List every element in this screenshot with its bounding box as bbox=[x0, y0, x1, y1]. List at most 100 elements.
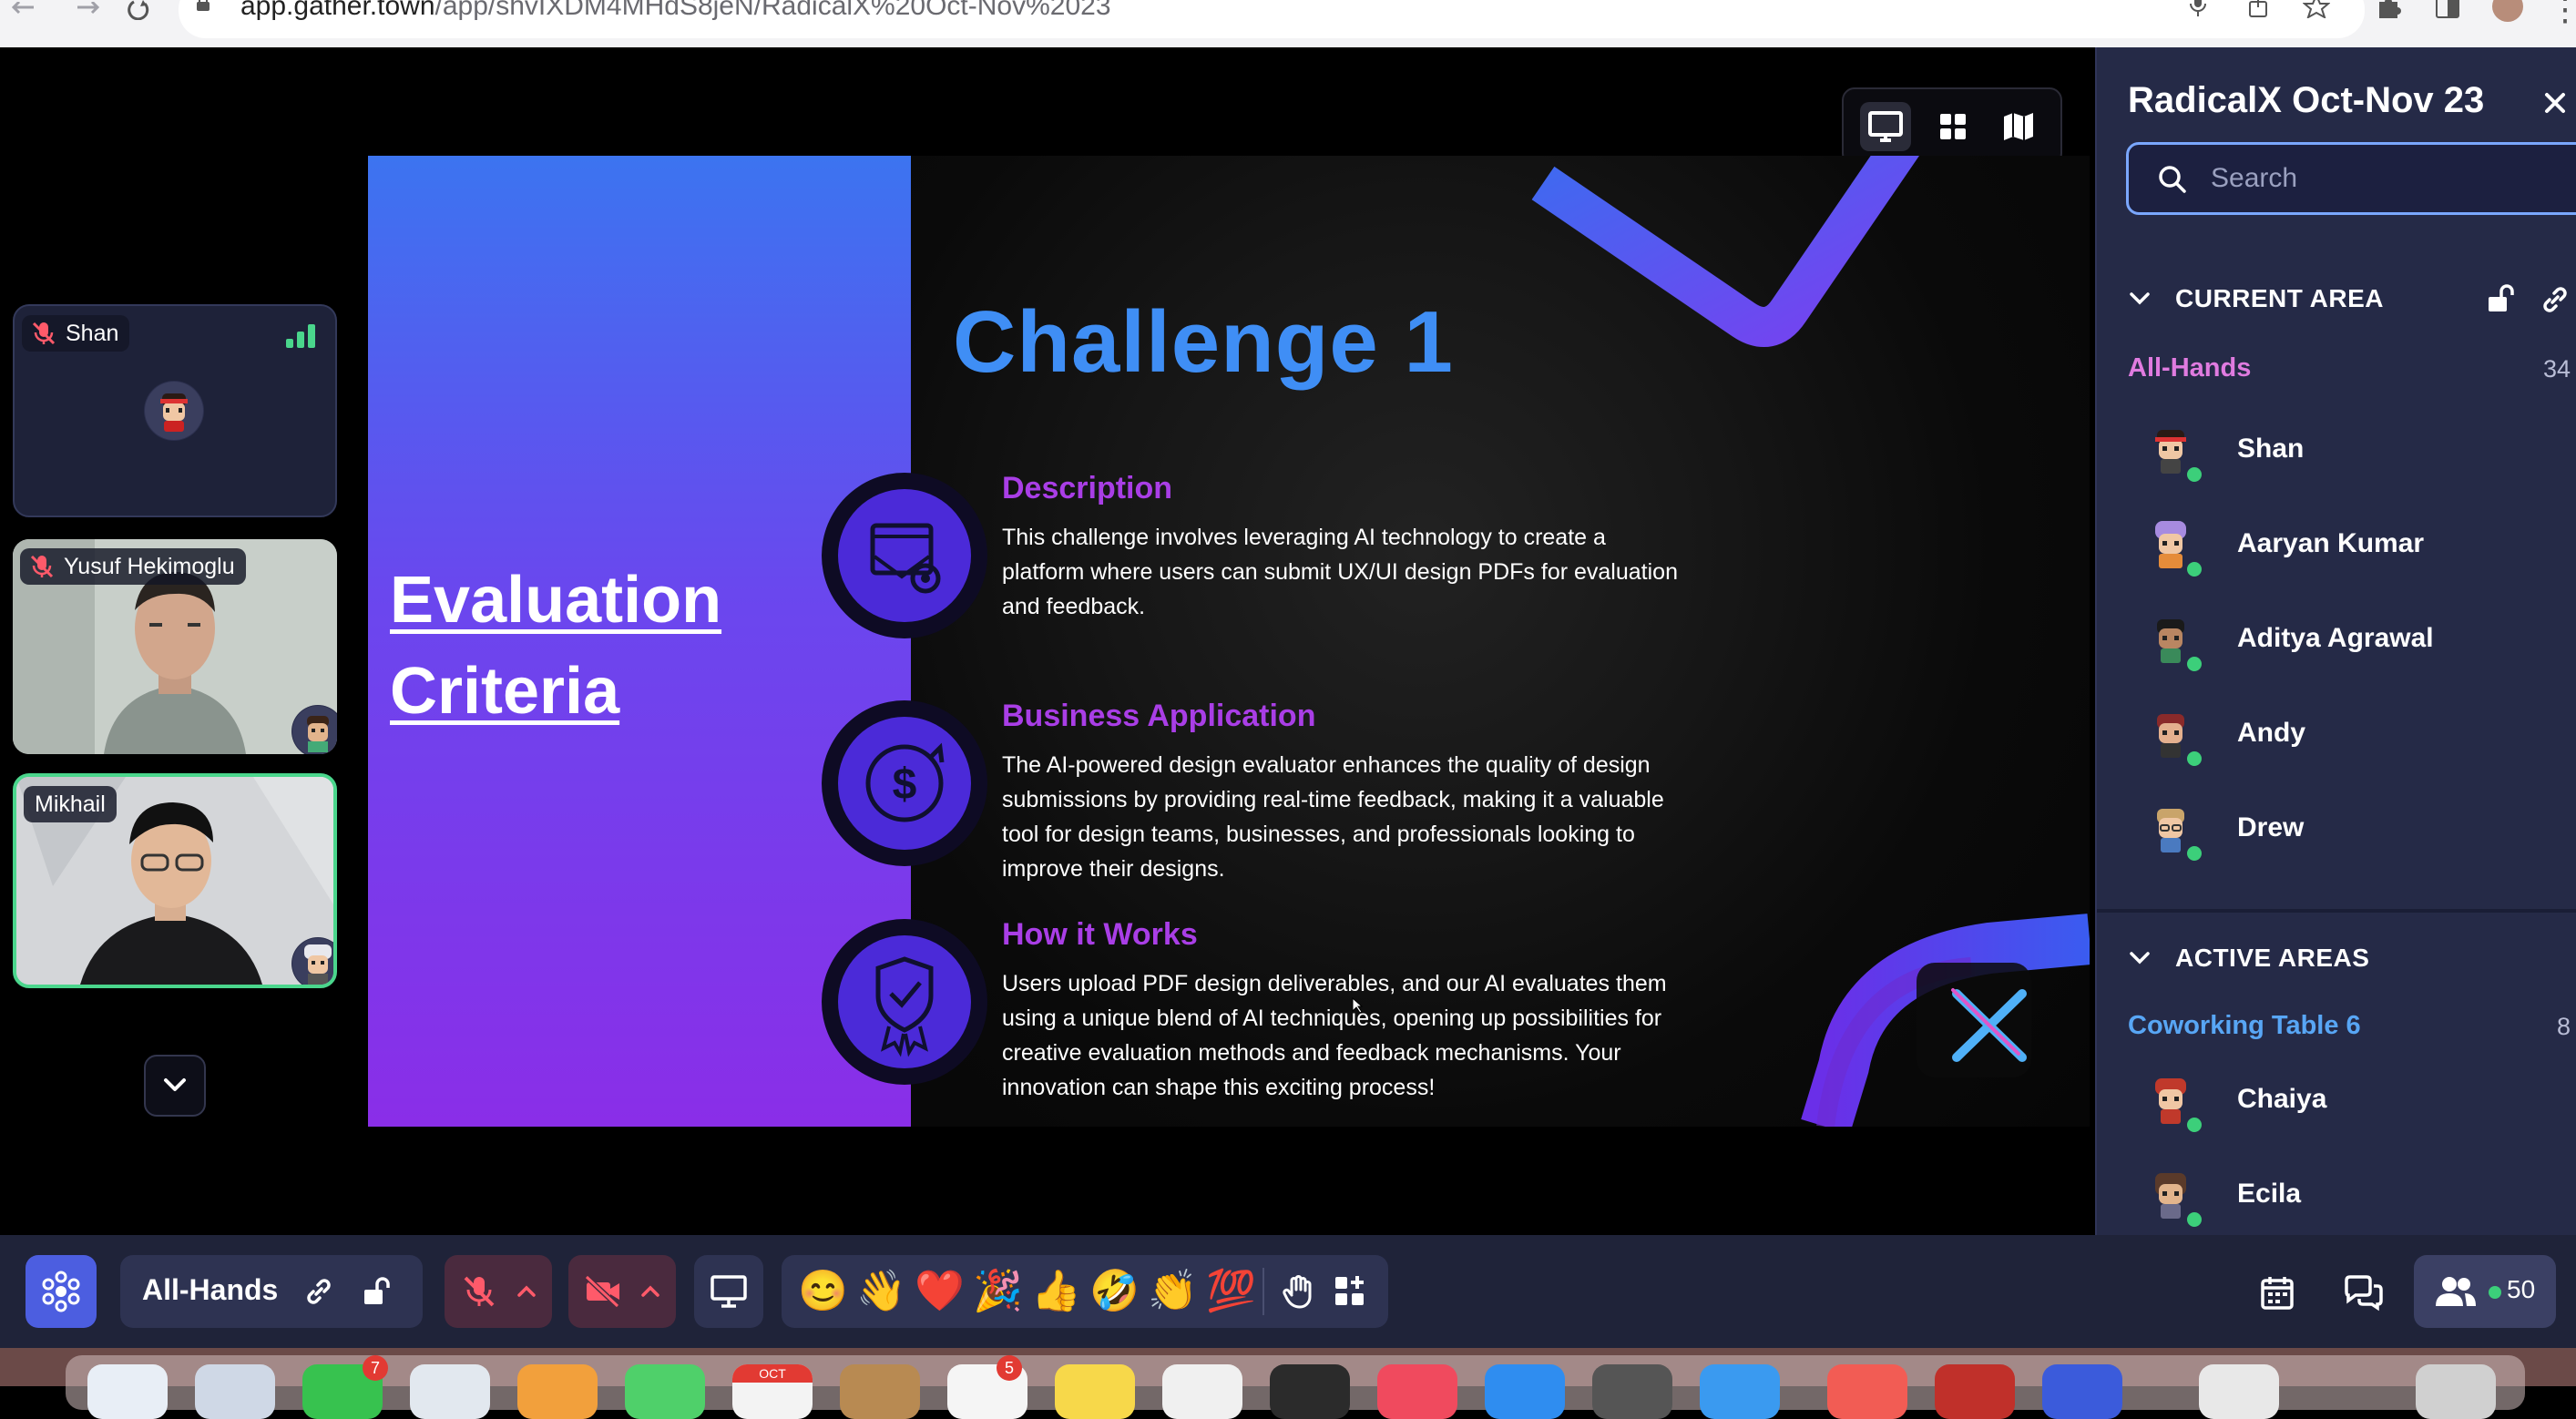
dock-app-zoom[interactable] bbox=[2042, 1364, 2122, 1419]
unlock-icon[interactable] bbox=[361, 1275, 394, 1308]
slide-title: Challenge 1 bbox=[953, 293, 1454, 391]
member-item[interactable]: Aaryan Kumar bbox=[2141, 516, 2560, 588]
laugh-emote-button[interactable]: 🤣 bbox=[1089, 1266, 1140, 1317]
dock-app-tv[interactable] bbox=[1270, 1364, 1350, 1419]
wave-emote-button[interactable]: 👋 bbox=[856, 1266, 906, 1317]
section-text-description: This challenge involves leveraging AI te… bbox=[1002, 525, 1678, 619]
dock-app-trash[interactable] bbox=[2416, 1364, 2496, 1419]
member-name: Ecila bbox=[2237, 1179, 2302, 1209]
share-icon[interactable] bbox=[2244, 0, 2272, 18]
link-icon[interactable] bbox=[302, 1275, 335, 1308]
chevron-up-icon[interactable] bbox=[516, 1282, 537, 1301]
expand-participants-button[interactable] bbox=[144, 1055, 206, 1117]
grid-icon bbox=[1940, 114, 1966, 139]
member-item[interactable]: Ecila bbox=[2141, 1166, 2560, 1239]
section-text-how-it-works: Users upload PDF design deliverables, an… bbox=[1002, 971, 1667, 1100]
back-icon[interactable] bbox=[4, 0, 40, 27]
signal-strength-icon bbox=[286, 324, 315, 348]
participant-name-badge: Mikhail bbox=[24, 786, 117, 822]
raise-hand-icon[interactable] bbox=[1281, 1273, 1317, 1310]
dock-app-freeform[interactable] bbox=[1162, 1364, 1242, 1419]
online-count: 50 bbox=[2507, 1275, 2536, 1303]
smile-emote-button[interactable]: 😊 bbox=[798, 1266, 848, 1317]
map-icon bbox=[2004, 113, 2033, 140]
online-status-dot bbox=[2489, 1286, 2501, 1299]
participant-tile-yusuf-hekimoglu[interactable]: Yusuf Hekimoglu bbox=[13, 539, 337, 754]
url-text: app.gather.town/app/shvIXDM4MHdS8jeN/Rad… bbox=[240, 0, 1111, 21]
current-area-name[interactable]: All-Hands bbox=[2128, 353, 2251, 383]
bottom-toolbar: All-Hands 😊 👋 ❤️ 🎉 👍 🤣 👏 💯 50 bbox=[0, 1235, 2576, 1348]
browser-toolbar: app.gather.town/app/shvIXDM4MHdS8jeN/Rad… bbox=[0, 0, 2576, 47]
online-status-dot bbox=[2184, 749, 2204, 769]
microphone-toggle-button[interactable] bbox=[445, 1255, 552, 1328]
section-heading-business-application: Business Application bbox=[1002, 699, 1316, 733]
participant-tile-mikhail[interactable]: Mikhail bbox=[13, 773, 337, 988]
member-item[interactable]: Drew bbox=[2141, 800, 2560, 873]
participants-toggle-button[interactable]: 50 bbox=[2414, 1255, 2556, 1328]
monitor-icon bbox=[1868, 111, 1903, 142]
add-objects-icon[interactable] bbox=[1332, 1273, 1368, 1310]
forward-icon[interactable] bbox=[71, 0, 107, 27]
slide-left-title: Evaluation Criteria bbox=[390, 564, 722, 728]
hundred-emote-button[interactable]: 💯 bbox=[1206, 1266, 1256, 1317]
camera-toggle-button[interactable] bbox=[568, 1255, 676, 1328]
clap-emote-button[interactable]: 👏 bbox=[1148, 1266, 1198, 1317]
dock-app-music[interactable] bbox=[1377, 1364, 1457, 1419]
screen-share-button[interactable] bbox=[694, 1255, 763, 1328]
dock-app-notes[interactable] bbox=[1055, 1364, 1135, 1419]
bookmark-star-icon[interactable] bbox=[2303, 0, 2330, 18]
member-item[interactable]: Andy bbox=[2141, 705, 2560, 778]
more-menu-icon[interactable]: ⋮ bbox=[2547, 0, 2576, 27]
area-control: All-Hands bbox=[120, 1255, 423, 1328]
dock-app-maps[interactable] bbox=[410, 1364, 490, 1419]
member-item[interactable]: Aditya Agrawal bbox=[2141, 610, 2560, 683]
participant-tile-shan[interactable]: Shan bbox=[13, 304, 337, 517]
member-name: Drew bbox=[2237, 812, 2305, 842]
member-item[interactable]: Chaiya bbox=[2141, 1071, 2560, 1144]
chat-icon[interactable] bbox=[2343, 1273, 2385, 1312]
member-name: Chaiya bbox=[2237, 1084, 2327, 1114]
dock-app-acrobat[interactable] bbox=[1935, 1364, 2015, 1419]
sidebar-icon[interactable] bbox=[2434, 0, 2461, 18]
current-area-header[interactable]: CURRENT AREA bbox=[2175, 284, 2384, 313]
map-view-button[interactable] bbox=[1993, 102, 2044, 151]
member-name: Aaryan Kumar bbox=[2237, 528, 2425, 558]
dock-app-safari[interactable] bbox=[1700, 1364, 1780, 1419]
extensions-icon[interactable] bbox=[2376, 0, 2403, 18]
grid-view-button[interactable] bbox=[1927, 102, 1978, 151]
view-mode-toggle bbox=[1842, 87, 2062, 166]
dock-app-photos[interactable] bbox=[517, 1364, 598, 1419]
online-status-dot bbox=[2184, 843, 2204, 863]
chevron-down-icon[interactable] bbox=[2128, 949, 2152, 967]
member-item[interactable]: Shan bbox=[2141, 421, 2560, 494]
link-icon[interactable] bbox=[2540, 284, 2571, 315]
dock-app-launchpad[interactable] bbox=[195, 1364, 275, 1419]
unlock-icon[interactable] bbox=[2485, 284, 2514, 313]
party-emote-button[interactable]: 🎉 bbox=[973, 1266, 1023, 1317]
chevron-up-icon[interactable] bbox=[639, 1282, 661, 1301]
dock-app-contacts[interactable] bbox=[840, 1364, 920, 1419]
active-areas-header[interactable]: ACTIVE AREAS bbox=[2175, 944, 2369, 973]
dock-app-chrome[interactable] bbox=[1827, 1364, 1907, 1419]
search-input[interactable]: Search bbox=[2126, 142, 2576, 215]
dock-app-app-store[interactable] bbox=[1485, 1364, 1565, 1419]
active-area-name[interactable]: Coworking Table 6 bbox=[2128, 1011, 2361, 1041]
emote-bar: 😊 👋 ❤️ 🎉 👍 🤣 👏 💯 bbox=[782, 1255, 1388, 1328]
dock-app-settings[interactable] bbox=[1592, 1364, 1672, 1419]
gather-menu-button[interactable] bbox=[26, 1255, 97, 1328]
heart-emote-button[interactable]: ❤️ bbox=[915, 1266, 965, 1317]
reload-icon[interactable] bbox=[120, 0, 157, 27]
dock-app-documents[interactable] bbox=[2199, 1364, 2279, 1419]
calendar-icon[interactable] bbox=[2257, 1273, 2297, 1312]
dock-app-finder[interactable] bbox=[87, 1364, 168, 1419]
online-status-dot bbox=[2184, 1210, 2204, 1230]
dock-app-facetime[interactable] bbox=[625, 1364, 705, 1419]
chevron-down-icon[interactable] bbox=[2128, 290, 2152, 308]
microphone-icon[interactable] bbox=[2184, 0, 2212, 18]
profile-avatar[interactable] bbox=[2492, 0, 2523, 22]
close-icon[interactable] bbox=[2540, 87, 2571, 118]
dock-app-calendar[interactable]: OCT bbox=[732, 1364, 813, 1419]
screen-view-button[interactable] bbox=[1860, 102, 1911, 151]
svg-text:$: $ bbox=[893, 761, 917, 809]
thumbs-up-emote-button[interactable]: 👍 bbox=[1031, 1266, 1081, 1317]
